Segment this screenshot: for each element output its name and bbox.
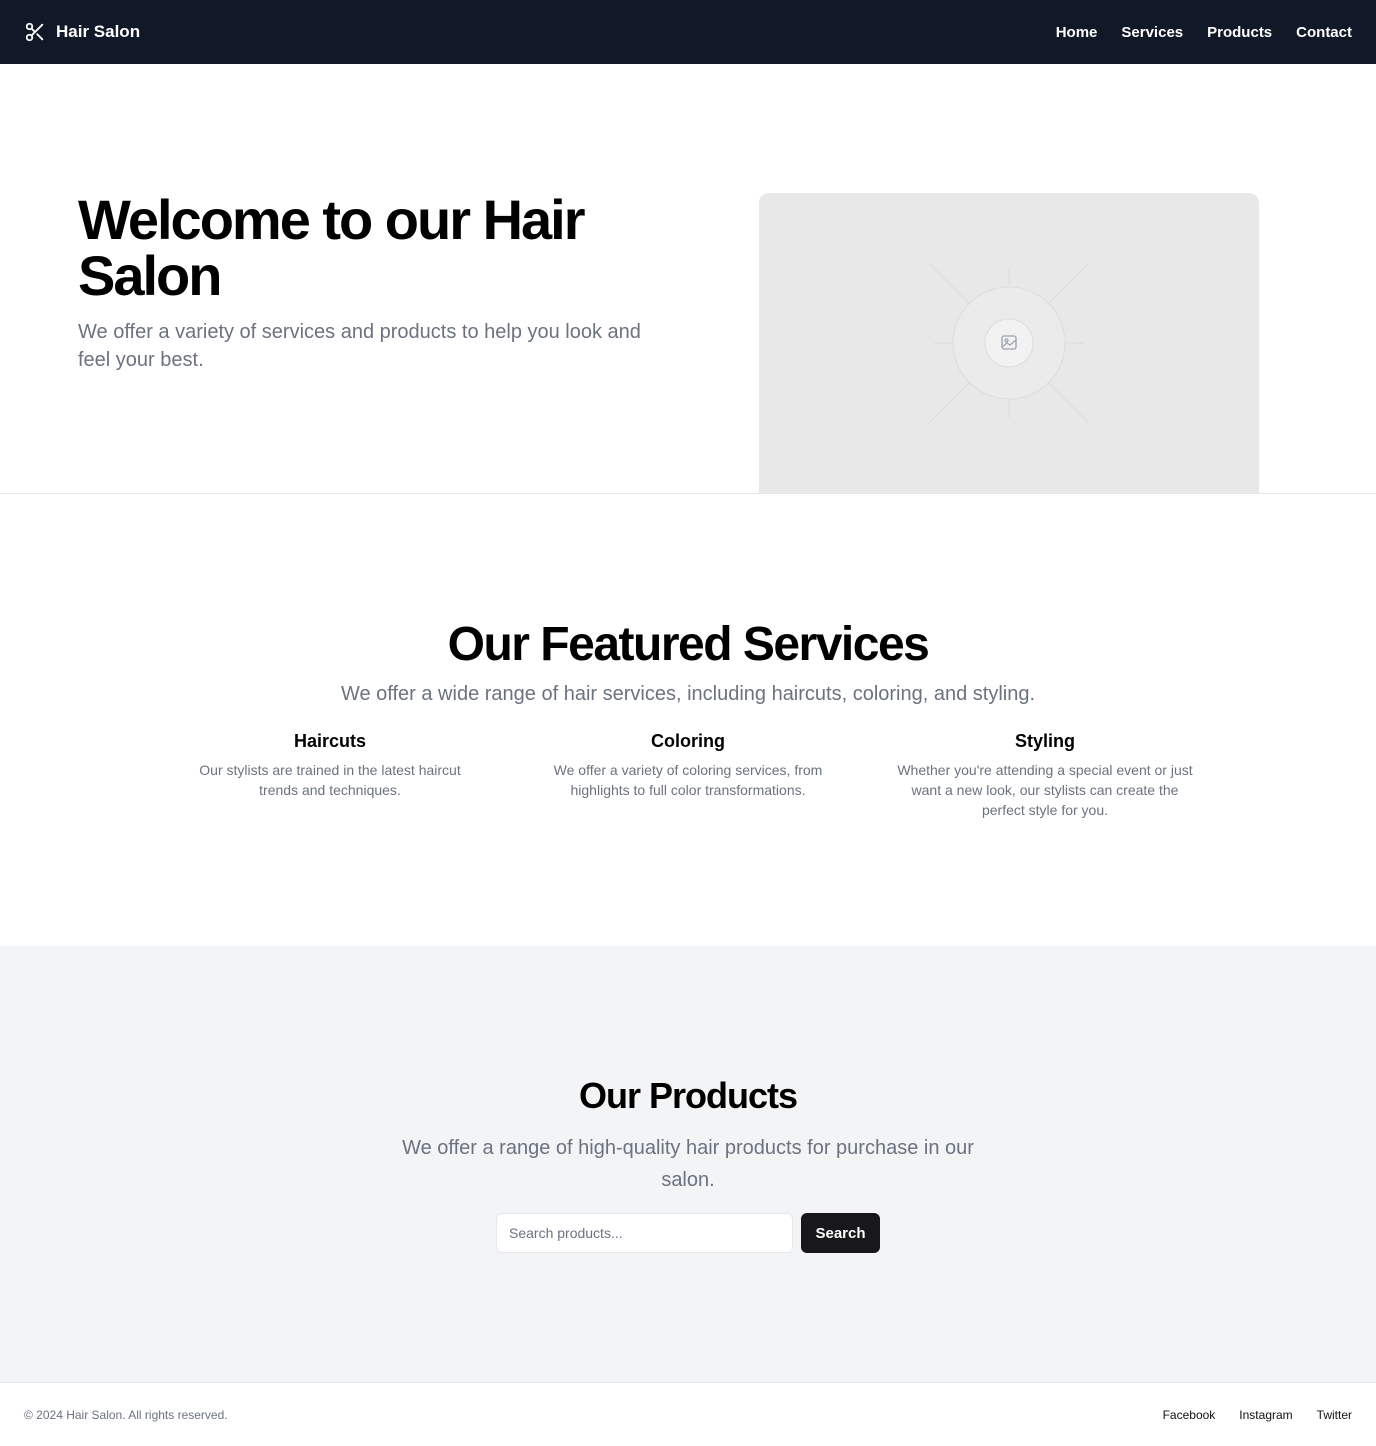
product-search-form: Search <box>496 1213 880 1253</box>
service-description: Our stylists are trained in the latest h… <box>199 762 461 798</box>
service-description: We offer a variety of coloring services,… <box>553 762 823 798</box>
products-section: Our Products We offer a range of high-qu… <box>0 946 1376 1382</box>
brand-name: Hair Salon <box>56 22 141 41</box>
page-footer: © 2024 Hair Salon. All rights reserved. … <box>0 1382 1376 1446</box>
service-card-styling: Styling Whether you're attending a speci… <box>895 730 1195 820</box>
service-title: Haircuts <box>293 731 367 751</box>
nav-contact-link[interactable]: Contact <box>1296 24 1352 41</box>
service-title: Styling <box>1014 731 1075 751</box>
service-title: Coloring <box>651 731 725 751</box>
facebook-link[interactable]: Facebook <box>1163 1408 1216 1422</box>
nav-home-link[interactable]: Home <box>1056 24 1098 41</box>
products-subtitle: We offer a range of high-quality hair pr… <box>402 1137 974 1191</box>
main-nav: Home Services Products Contact <box>1056 24 1352 41</box>
product-search-input[interactable] <box>496 1213 793 1253</box>
top-navbar: Hair Salon Home Services Products Contac… <box>0 0 1376 64</box>
hero-subtitle: We offer a variety of services and produ… <box>78 321 641 371</box>
twitter-link[interactable]: Twitter <box>1317 1408 1352 1422</box>
hero-image-placeholder <box>759 193 1259 493</box>
copyright-text: © 2024 Hair Salon. All rights reserved. <box>24 1407 228 1422</box>
hero-title: Welcome to our Hair Salon <box>78 188 586 307</box>
hero-section: Welcome to our Hair Salon We offer a var… <box>0 64 1376 494</box>
service-card-coloring: Coloring We offer a variety of coloring … <box>538 730 838 800</box>
search-button[interactable]: Search <box>801 1213 880 1253</box>
nav-products-link[interactable]: Products <box>1207 24 1272 41</box>
service-description: Whether you're attending a special event… <box>897 762 1193 818</box>
nav-services-link[interactable]: Services <box>1121 24 1183 41</box>
instagram-link[interactable]: Instagram <box>1239 1408 1292 1422</box>
products-title: Our Products <box>578 1075 798 1116</box>
services-section: Our Featured Services We offer a wide ra… <box>0 494 1376 946</box>
services-subtitle: We offer a wide range of hair services, … <box>340 683 1036 705</box>
brand-link[interactable]: Hair Salon <box>24 21 140 43</box>
services-title: Our Featured Services <box>447 618 930 671</box>
scissors-icon <box>24 21 46 43</box>
image-placeholder-icon <box>928 262 1090 424</box>
service-card-haircuts: Haircuts Our stylists are trained in the… <box>180 730 480 800</box>
social-links: Facebook Instagram Twitter <box>1163 1408 1352 1422</box>
